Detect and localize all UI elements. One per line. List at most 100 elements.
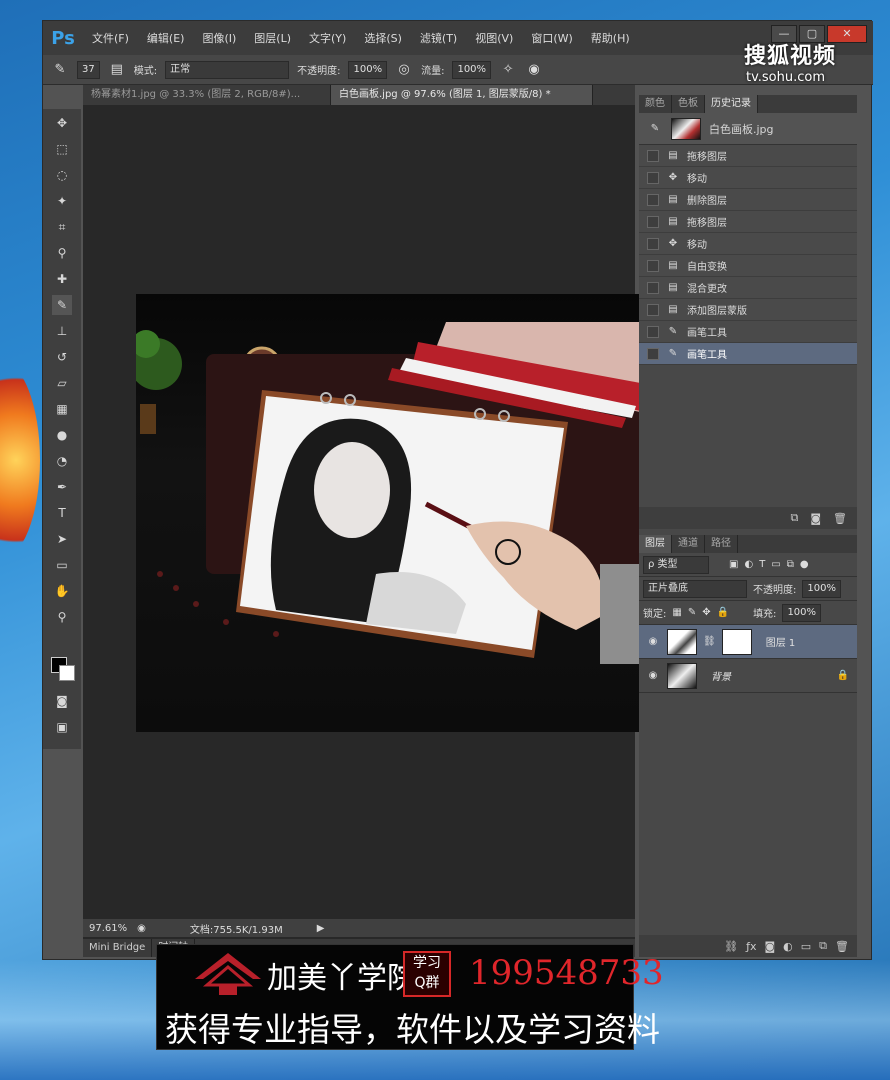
tab-mini-bridge[interactable]: Mini Bridge — [83, 939, 153, 957]
menu-type[interactable]: 文字(Y) — [300, 30, 355, 46]
brush-panel-toggle-icon[interactable]: ▤ — [108, 61, 126, 79]
canvas-image[interactable] — [136, 294, 652, 732]
crop-tool-icon[interactable]: ⌗ — [52, 217, 72, 237]
menu-help[interactable]: 帮助(H) — [582, 30, 639, 46]
blend-mode-select[interactable]: 正片叠底 — [643, 579, 747, 598]
filter-toggle-icon[interactable]: ● — [800, 559, 809, 570]
tab-paths[interactable]: 路径 — [705, 535, 738, 553]
link-layers-icon[interactable]: ⛓ — [724, 940, 738, 953]
fill-input[interactable]: 100% — [782, 603, 822, 622]
new-document-from-state-icon[interactable]: ⧉ — [790, 511, 798, 525]
dodge-tool-icon[interactable]: ◔ — [52, 451, 72, 471]
lock-all-icon[interactable]: 🔒 — [717, 607, 729, 618]
history-source-checkbox[interactable] — [647, 303, 659, 316]
history-source-checkbox[interactable] — [647, 325, 659, 338]
layer-style-icon[interactable]: ƒx — [746, 940, 756, 953]
snapshot-brush-source-icon[interactable]: ✎ — [647, 123, 663, 134]
brush-size-picker[interactable]: 37 — [77, 60, 100, 79]
history-brush-tool-icon[interactable]: ↺ — [52, 347, 72, 367]
background-color-swatch[interactable] — [59, 665, 75, 681]
opacity-input[interactable]: 100% — [348, 60, 388, 79]
visibility-eye-icon[interactable]: ◉ — [645, 636, 661, 647]
mode-select[interactable]: 正常 — [165, 60, 290, 79]
history-snapshot[interactable]: ✎ 白色画板.jpg — [639, 113, 857, 145]
history-item[interactable]: ▤ 删除图层 — [639, 189, 857, 211]
tab-layers[interactable]: 图层 — [639, 535, 672, 553]
document-info[interactable]: 文档:755.5K/1.93M — [190, 921, 283, 936]
layer-mask-thumbnail[interactable] — [721, 628, 752, 655]
history-source-checkbox[interactable] — [647, 215, 659, 228]
filter-smart-object-icon[interactable]: ⧉ — [787, 559, 794, 570]
new-snapshot-icon[interactable]: ◙ — [810, 512, 821, 525]
flow-input[interactable]: 100% — [452, 60, 492, 79]
tab-swatches[interactable]: 色板 — [672, 95, 705, 113]
history-item-selected[interactable]: ✎ 画笔工具 — [639, 343, 857, 365]
pen-tool-icon[interactable]: ✒ — [52, 477, 72, 497]
lock-pixels-icon[interactable]: ✎ — [688, 607, 696, 618]
history-item[interactable]: ▤ 拖移图层 — [639, 211, 857, 233]
gradient-tool-icon[interactable]: ▦ — [52, 399, 72, 419]
lock-transparency-icon[interactable]: ▦ — [672, 607, 681, 618]
layer-filter-select[interactable]: ρ 类型 — [643, 555, 709, 574]
layer-name[interactable]: 背景 — [711, 668, 731, 683]
history-source-checkbox[interactable] — [647, 171, 659, 184]
layer-name[interactable]: 图层 1 — [766, 634, 796, 649]
clone-stamp-tool-icon[interactable]: ⊥ — [52, 321, 72, 341]
filter-shape-icon[interactable]: ▭ — [771, 559, 780, 570]
add-mask-icon[interactable]: ◙ — [764, 940, 775, 953]
brush-tool-icon[interactable]: ✎ — [52, 295, 72, 315]
tab-document-1[interactable]: 杨幂素材1.jpg @ 33.3% (图层 2, RGB/8#)... — [83, 85, 331, 105]
menu-select[interactable]: 选择(S) — [355, 30, 411, 46]
lock-position-icon[interactable]: ✥ — [702, 607, 710, 618]
delete-state-icon[interactable]: 🗑 — [833, 512, 847, 525]
quick-mask-icon[interactable]: ◙ — [52, 691, 72, 711]
screen-mode-icon[interactable]: ▣ — [52, 717, 72, 737]
type-tool-icon[interactable]: T — [52, 503, 72, 523]
history-source-checkbox[interactable] — [647, 281, 659, 294]
menu-file[interactable]: 文件(F) — [83, 30, 138, 46]
airbrush-icon[interactable]: ✧ — [499, 61, 517, 79]
history-item[interactable]: ▤ 拖移图层 — [639, 145, 857, 167]
filter-type-icon[interactable]: T — [759, 559, 765, 570]
history-source-checkbox[interactable] — [647, 193, 659, 206]
history-item[interactable]: ✎ 画笔工具 — [639, 321, 857, 343]
status-info-icon[interactable]: ◉ — [137, 923, 146, 934]
zoom-tool-icon[interactable]: ⚲ — [52, 607, 72, 627]
status-menu-arrow-icon[interactable]: ▶ — [317, 923, 325, 934]
rectangle-tool-icon[interactable]: ▭ — [52, 555, 72, 575]
pressure-opacity-icon[interactable]: ◎ — [395, 61, 413, 79]
healing-brush-tool-icon[interactable]: ✚ — [52, 269, 72, 289]
menu-filter[interactable]: 滤镜(T) — [411, 30, 466, 46]
filter-pixel-icon[interactable]: ▣ — [729, 559, 738, 570]
zoom-level[interactable]: 97.61% — [89, 923, 127, 934]
eraser-tool-icon[interactable]: ▱ — [52, 373, 72, 393]
menu-view[interactable]: 视图(V) — [466, 30, 522, 46]
visibility-eye-icon[interactable]: ◉ — [645, 670, 661, 681]
history-item[interactable]: ✥ 移动 — [639, 167, 857, 189]
history-source-checkbox[interactable] — [647, 149, 659, 162]
layer-row[interactable]: ◉ ⛓ 图层 1 — [639, 625, 857, 659]
tab-channels[interactable]: 通道 — [672, 535, 705, 553]
link-icon[interactable]: ⛓ — [703, 636, 716, 647]
eyedropper-tool-icon[interactable]: ⚲ — [52, 243, 72, 263]
brush-tool-preset-icon[interactable]: ✎ — [51, 61, 69, 79]
tab-document-2[interactable]: 白色画板.jpg @ 97.6% (图层 1, 图层蒙版/8) * — [331, 85, 593, 105]
lasso-tool-icon[interactable]: ◌ — [52, 165, 72, 185]
menu-image[interactable]: 图像(I) — [193, 30, 245, 46]
history-source-checkbox[interactable] — [647, 259, 659, 272]
menu-layer[interactable]: 图层(L) — [245, 30, 300, 46]
tab-color[interactable]: 颜色 — [639, 95, 672, 113]
path-selection-tool-icon[interactable]: ➤ — [52, 529, 72, 549]
history-source-checkbox[interactable] — [647, 237, 659, 250]
delete-layer-icon[interactable]: 🗑 — [835, 940, 849, 953]
history-item[interactable]: ▤ 添加图层蒙版 — [639, 299, 857, 321]
filter-adjustment-icon[interactable]: ◐ — [744, 559, 753, 570]
quick-select-tool-icon[interactable]: ✦ — [52, 191, 72, 211]
tab-history[interactable]: 历史记录 — [705, 95, 758, 113]
blur-tool-icon[interactable]: ● — [52, 425, 72, 445]
pressure-size-icon[interactable]: ◉ — [525, 61, 543, 79]
menu-window[interactable]: 窗口(W) — [522, 30, 581, 46]
hand-tool-icon[interactable]: ✋ — [52, 581, 72, 601]
adjustment-layer-icon[interactable]: ◐ — [783, 940, 793, 953]
new-group-icon[interactable]: ▭ — [801, 940, 811, 953]
